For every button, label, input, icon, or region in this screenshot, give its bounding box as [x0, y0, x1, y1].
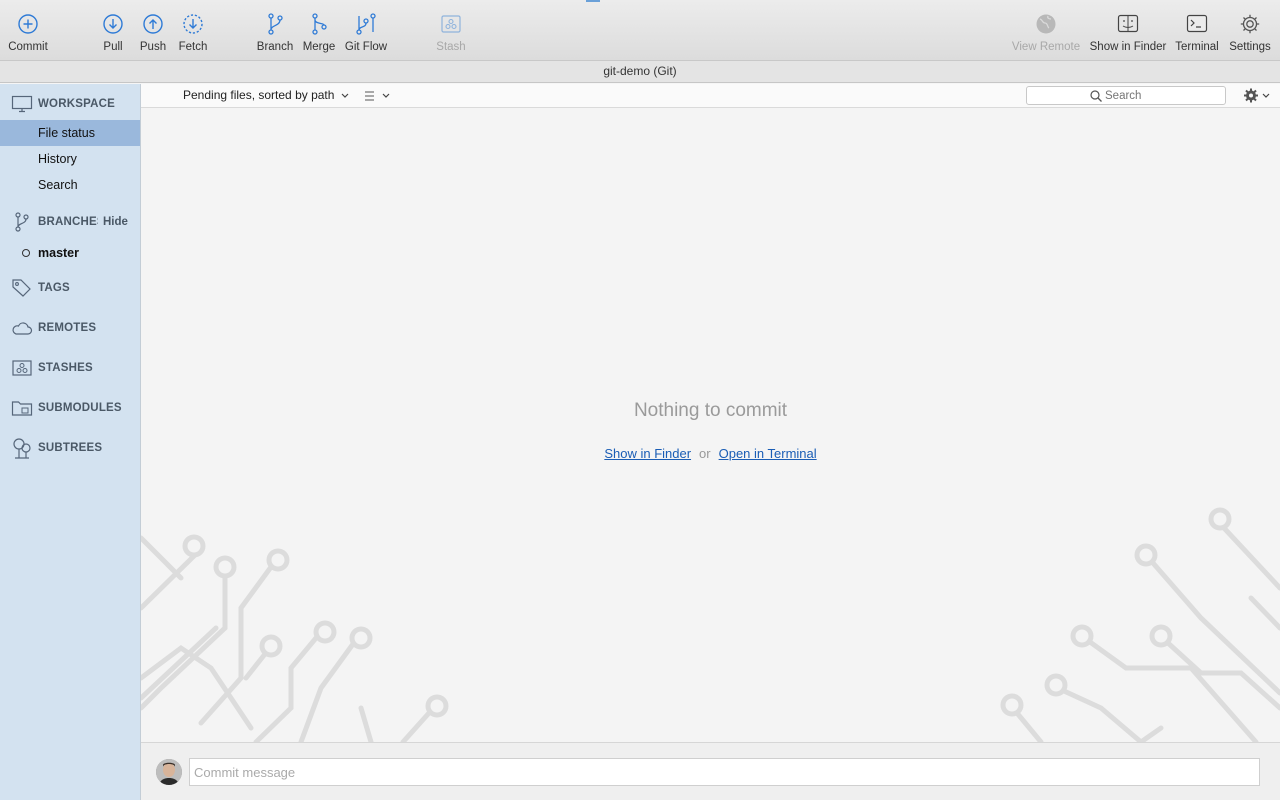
settings-button[interactable]: Settings: [1227, 0, 1273, 61]
remotes-heading: REMOTES: [38, 322, 97, 334]
avatar: [156, 759, 182, 785]
pull-label: Pull: [103, 41, 123, 53]
folder-icon: [11, 397, 33, 419]
chevron-down-icon: [341, 88, 349, 102]
search-input[interactable]: [1105, 88, 1220, 103]
sidebar-section-branches[interactable]: BRANCHES Hide: [0, 209, 140, 235]
sidebar-section-subtrees[interactable]: SUBTREES: [0, 435, 140, 461]
git-flow-label: Git Flow: [344, 41, 388, 53]
branch-icon: [262, 11, 288, 37]
terminal-label: Terminal: [1175, 41, 1219, 53]
git-flow-button[interactable]: Git Flow: [343, 0, 389, 61]
sidebar-section-workspace[interactable]: WORKSPACE: [0, 91, 140, 117]
tree-icon: [11, 437, 33, 459]
sidebar-item-search[interactable]: Search: [0, 172, 140, 198]
branch-name: master: [38, 246, 79, 260]
commit-label: Commit: [8, 41, 48, 53]
merge-label: Merge: [302, 41, 336, 53]
monitor-icon: [11, 93, 33, 115]
sort-label: Pending files, sorted by path: [183, 88, 335, 102]
empty-state-actions: Show in Finder or Open in Terminal: [141, 446, 1280, 461]
tags-heading: TAGS: [38, 282, 70, 294]
search-field[interactable]: [1026, 86, 1226, 105]
pull-icon: [100, 11, 126, 37]
git-flow-icon: [353, 11, 379, 37]
pull-button[interactable]: Pull: [98, 0, 128, 61]
view-remote-button[interactable]: View Remote: [1010, 0, 1082, 61]
sidebar-section-stashes[interactable]: STASHES: [0, 355, 140, 381]
show-in-finder-button[interactable]: Show in Finder: [1088, 0, 1168, 61]
terminal-icon: [1184, 11, 1210, 37]
branches-heading: BRANCHES: [38, 216, 98, 228]
or-separator: or: [699, 446, 711, 461]
commit-message-input[interactable]: [189, 758, 1260, 786]
file-filter-bar: Pending files, sorted by path: [141, 84, 1280, 108]
sidebar-section-remotes[interactable]: REMOTES: [0, 315, 140, 341]
view-mode-dropdown[interactable]: [363, 87, 395, 105]
gear-icon: [1244, 88, 1270, 103]
sidebar-section-submodules[interactable]: SUBMODULES: [0, 395, 140, 421]
fetch-label: Fetch: [178, 41, 208, 53]
search-icon: [1089, 89, 1103, 103]
globe-icon: [1033, 11, 1059, 37]
fetch-icon: [180, 11, 206, 37]
show-in-finder-link[interactable]: Show in Finder: [604, 446, 691, 461]
settings-label: Settings: [1229, 41, 1271, 53]
options-menu-button[interactable]: [1241, 86, 1273, 105]
subtrees-heading: SUBTREES: [38, 442, 103, 454]
push-button[interactable]: Push: [137, 0, 169, 61]
empty-state-title: Nothing to commit: [633, 400, 788, 421]
finder-icon: [1115, 11, 1141, 37]
merge-button[interactable]: Merge: [300, 0, 338, 61]
toolbar: Commit Pull Push Fetch Branch Merge Git …: [0, 0, 1280, 61]
repository-title: git-demo (Git): [0, 61, 1280, 83]
push-icon: [140, 11, 166, 37]
tag-icon: [11, 277, 33, 299]
circuit-background-decoration: [141, 507, 1280, 742]
branch-icon: [11, 211, 33, 233]
stashes-heading: STASHES: [38, 362, 93, 374]
sidebar-item-history[interactable]: History: [0, 146, 140, 172]
branch-label: Branch: [256, 41, 294, 53]
sidebar-item-file-status[interactable]: File status: [0, 120, 140, 146]
pending-files-sort-dropdown[interactable]: Pending files, sorted by path: [183, 88, 349, 102]
merge-icon: [306, 11, 332, 37]
cloud-icon: [11, 317, 33, 339]
show-in-finder-label: Show in Finder: [1089, 41, 1167, 53]
branch-button[interactable]: Branch: [255, 0, 295, 61]
sidebar: WORKSPACE File status History Search BRA…: [0, 84, 141, 800]
sidebar-section-tags[interactable]: TAGS: [0, 275, 140, 301]
fetch-button[interactable]: Fetch: [175, 0, 211, 61]
stash-button[interactable]: Stash: [434, 0, 468, 61]
branches-hide-button[interactable]: Hide: [103, 216, 128, 228]
stash-icon: [11, 357, 33, 379]
commit-button[interactable]: Commit: [6, 0, 50, 61]
stash-icon: [438, 11, 464, 37]
commit-bar: [141, 742, 1280, 800]
file-status-panel: Nothing to commit Show in Finder or Open i…: [141, 108, 1280, 742]
submodules-heading: SUBMODULES: [38, 402, 122, 414]
stash-label: Stash: [436, 41, 466, 53]
current-branch-icon: [22, 249, 30, 257]
gear-icon: [1237, 11, 1263, 37]
view-remote-label: View Remote: [1011, 41, 1081, 53]
push-label: Push: [139, 41, 167, 53]
open-in-terminal-link[interactable]: Open in Terminal: [719, 446, 817, 461]
window-drag-indicator: [586, 0, 600, 2]
commit-icon: [15, 11, 41, 37]
terminal-button[interactable]: Terminal: [1173, 0, 1221, 61]
list-view-icon: [365, 91, 390, 101]
workspace-heading: WORKSPACE: [38, 98, 115, 110]
sidebar-branch-master[interactable]: master: [0, 240, 140, 266]
